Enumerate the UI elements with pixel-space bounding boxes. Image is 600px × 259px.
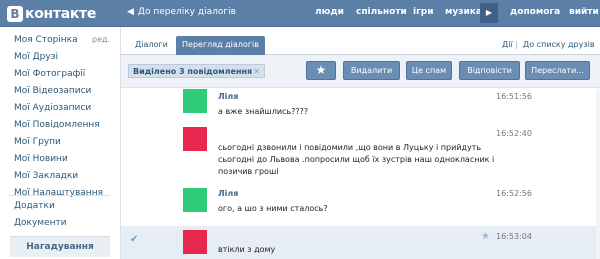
tab-bar: Діалоги Перегляд діалогів Дії | До списк… <box>121 27 600 55</box>
message-author[interactable]: Ліля <box>218 189 238 198</box>
message-text: ого, а шо з ними сталось? <box>218 204 328 213</box>
menu-my-videos[interactable]: Мої Відеозаписи <box>14 86 91 96</box>
friends-list-link[interactable]: До списку друзів <box>523 40 595 49</box>
menu-my-friends[interactable]: Мої Друзі <box>14 52 58 62</box>
nav-help[interactable]: допомога <box>510 7 560 17</box>
menu-apps[interactable]: Додатки <box>14 201 55 211</box>
message-toolbar: Виділено 3 повідомлення ✕ ★ Видалити Це … <box>121 55 600 88</box>
menu-my-messages[interactable]: Мої Повідомлення <box>14 120 100 130</box>
message-row[interactable]: 16:52:40 сьогодні дзвонили і повідомили … <box>121 125 600 185</box>
message-time: 16:52:56 <box>496 189 532 198</box>
menu-my-photos[interactable]: Мої Фотографії <box>14 69 85 79</box>
tab-separator: | <box>515 40 518 49</box>
delete-button[interactable]: Видалити <box>343 61 400 80</box>
selected-count-label: Виділено 3 повідомлення <box>133 67 253 76</box>
checkmark-icon[interactable]: ✔ <box>130 234 138 245</box>
reply-button[interactable]: Відповісти <box>459 61 520 80</box>
close-icon[interactable]: ✕ <box>253 65 260 78</box>
message-text: сьогодні дзвонили і повідомили ,що вони … <box>218 143 495 176</box>
logo-letter: В <box>7 5 23 22</box>
message-row[interactable]: Ліля 16:52:56 ого, а шо з ними сталось? <box>121 185 600 225</box>
message-row[interactable]: ✔ ★ 16:53:04 втікли з дому <box>121 226 600 259</box>
play-icon[interactable]: ▶ <box>480 3 498 23</box>
menu-my-page[interactable]: Моя Сторінка <box>14 35 78 45</box>
menu-my-bookmarks[interactable]: Мої Закладки <box>14 171 78 181</box>
message-author[interactable]: Ліля <box>218 92 238 101</box>
spam-button[interactable]: Це спам <box>406 61 452 80</box>
message-list: Ліля 16:51:56 а вже знайшлись???? 16:52:… <box>121 89 600 259</box>
arrow-left-icon: ◀ <box>127 7 134 17</box>
menu-documents[interactable]: Документи <box>14 218 67 228</box>
logo-text: контакте <box>25 5 97 22</box>
reminders-header[interactable]: Нагадування <box>10 236 110 257</box>
vk-logo[interactable]: В контакте <box>7 5 96 22</box>
back-link-label: До переліку діалогів <box>137 7 236 17</box>
edit-menu-link[interactable]: ред. <box>92 35 110 44</box>
forward-button[interactable]: Переслати... <box>525 61 590 80</box>
actions-link[interactable]: Дії <box>502 40 513 49</box>
tab-view-dialog[interactable]: Перегляд діалогів <box>176 36 265 55</box>
scrollbar[interactable] <box>596 89 600 259</box>
avatar[interactable] <box>183 89 207 113</box>
nav-music[interactable]: музика <box>445 7 482 17</box>
nav-people[interactable]: люди <box>315 7 344 17</box>
nav-logout[interactable]: вийти <box>569 7 599 17</box>
message-text: втікли з дому <box>218 245 276 254</box>
message-time: 16:52:40 <box>496 129 532 138</box>
message-text: а вже знайшлись???? <box>218 107 309 116</box>
menu-divider <box>8 195 110 196</box>
star-icon: ★ <box>315 63 327 77</box>
selected-count-badge[interactable]: Виділено 3 повідомлення ✕ <box>128 64 265 78</box>
star-icon[interactable]: ★ <box>481 231 490 242</box>
dialog-panel: Діалоги Перегляд діалогів Дії | До списк… <box>120 27 600 259</box>
avatar[interactable] <box>183 230 207 254</box>
nav-games[interactable]: ігри <box>413 7 434 17</box>
tab-dialogs[interactable]: Діалоги <box>129 36 174 55</box>
top-bar: В контакте ◀ До переліку діалогів люди с… <box>0 0 600 27</box>
menu-my-groups[interactable]: Мої Групи <box>14 137 61 147</box>
message-time: 16:51:56 <box>496 92 532 101</box>
avatar[interactable] <box>183 127 207 151</box>
star-button[interactable]: ★ <box>306 61 336 80</box>
avatar[interactable] <box>183 188 207 212</box>
back-to-dialogs-link[interactable]: ◀ До переліку діалогів <box>127 7 236 17</box>
menu-my-audio[interactable]: Мої Аудіозаписи <box>14 103 91 113</box>
left-menu: ред. Моя Сторінка Мої Друзі Мої Фотограф… <box>0 27 117 259</box>
message-time: 16:53:04 <box>496 232 532 241</box>
message-row[interactable]: Ліля 16:51:56 а вже знайшлись???? <box>121 89 600 125</box>
nav-communities[interactable]: спільноти <box>356 7 407 17</box>
menu-my-news[interactable]: Мої Новини <box>14 154 68 164</box>
menu-my-settings[interactable]: Мої Налаштування <box>14 188 103 198</box>
